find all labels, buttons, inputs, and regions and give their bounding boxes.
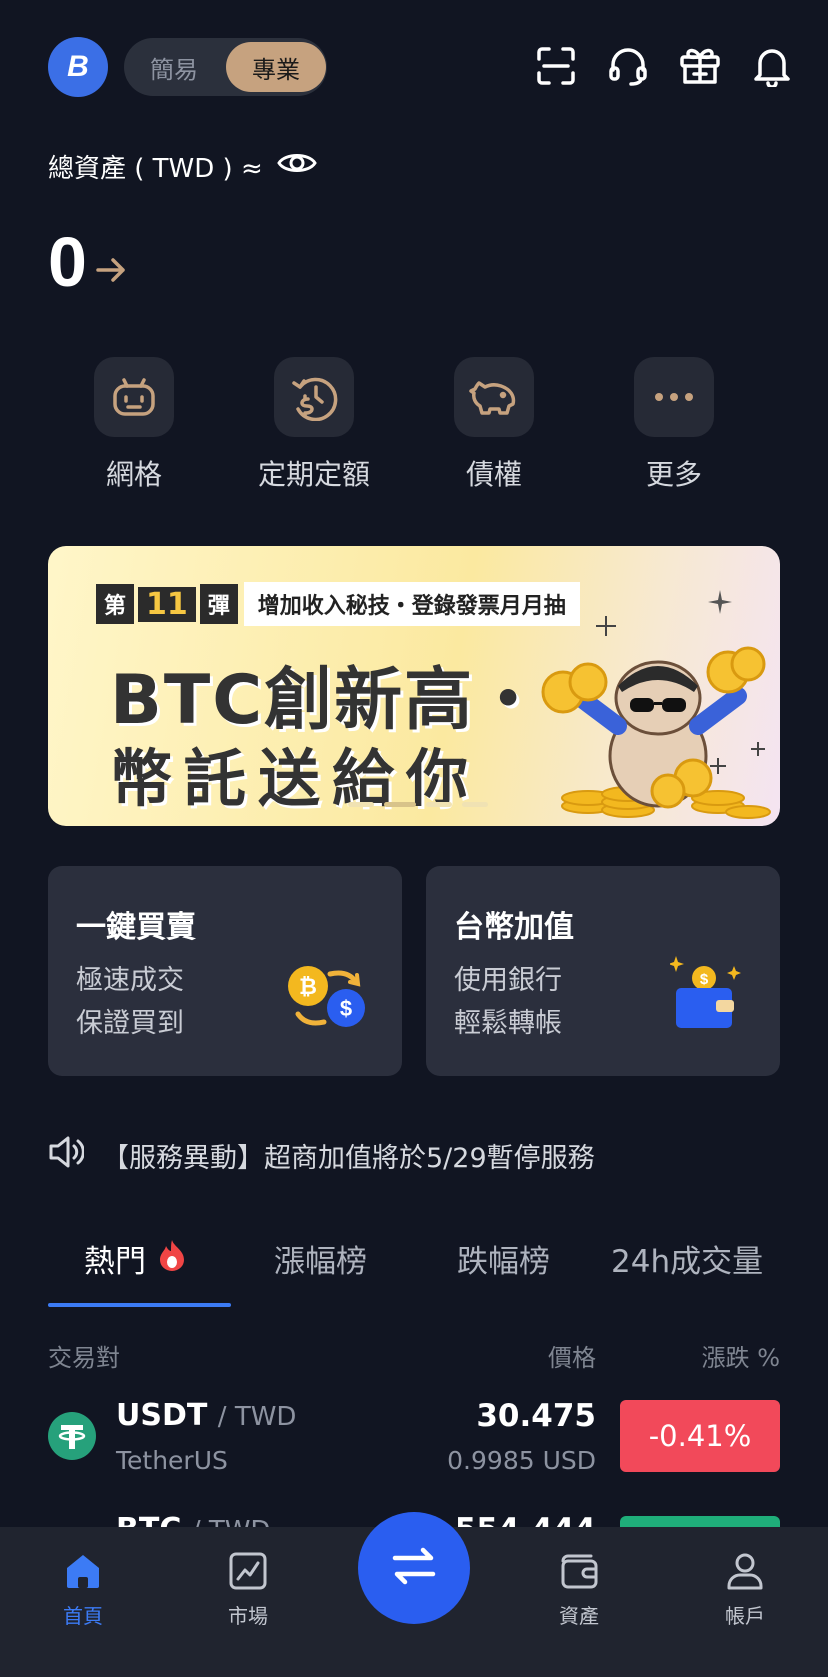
total-assets-label: 總資產 ( TWD ) ≈ xyxy=(48,148,317,185)
recurring-dollar-icon xyxy=(274,357,354,437)
card-title: 台幣加值 xyxy=(454,910,574,945)
user-icon xyxy=(685,1548,805,1594)
total-assets-value[interactable]: 0 xyxy=(48,222,127,302)
bell-icon[interactable] xyxy=(750,44,794,88)
swap-arrows-icon xyxy=(391,1546,437,1590)
robot-icon xyxy=(94,357,174,437)
price-value: 30.475 xyxy=(476,1398,596,1434)
quick-action-more[interactable]: 更多 xyxy=(604,357,744,493)
total-assets-text: 總資產 ( TWD ) ≈ xyxy=(48,154,263,184)
btc-usd-exchange-icon: ₿ $ xyxy=(288,966,365,1027)
arrow-right-icon[interactable] xyxy=(95,222,127,302)
price-usd: 0.9985 USD xyxy=(447,1446,596,1475)
tab-label: 熱門 xyxy=(84,1244,146,1280)
quick-action-grid[interactable]: 網格 xyxy=(64,357,204,493)
quick-trade-card[interactable]: 一鍵買賣 極速成交 保證買到 ₿ $ xyxy=(48,866,402,1076)
quick-action-label: 網格 xyxy=(105,458,162,491)
sparkle-icon xyxy=(708,590,732,614)
mascot-illustration xyxy=(541,616,771,819)
mode-pro[interactable]: 專業 xyxy=(226,42,326,92)
chart-icon xyxy=(188,1548,308,1594)
nav-label: 資產 xyxy=(559,1604,599,1628)
mode-toggle[interactable]: 簡易 專業 xyxy=(124,38,327,96)
tether-icon xyxy=(48,1412,96,1460)
home-icon xyxy=(23,1548,143,1594)
logo-text: B xyxy=(67,50,89,83)
assets-amount: 0 xyxy=(48,223,87,301)
twd-deposit-card[interactable]: 台幣加值 使用銀行 輕鬆轉帳 $ xyxy=(426,866,780,1076)
piggy-bank-icon xyxy=(454,357,534,437)
svg-text:$: $ xyxy=(700,971,709,988)
tab-gainers[interactable]: 漲幅榜 xyxy=(274,1236,367,1281)
card-title: 一鍵買賣 xyxy=(76,910,196,945)
headset-icon[interactable] xyxy=(606,44,650,88)
wallet-nav-icon xyxy=(519,1548,639,1594)
mode-simple[interactable]: 簡易 xyxy=(124,42,224,92)
active-tab-indicator xyxy=(48,1303,231,1307)
banner-tag-number: 11 xyxy=(138,586,196,622)
change-badge[interactable]: -0.41% xyxy=(620,1400,780,1472)
col-header-price: 價格 xyxy=(548,1344,596,1372)
tab-volume[interactable]: 24h成交量 xyxy=(611,1236,763,1281)
col-header-pair: 交易對 xyxy=(48,1344,120,1372)
quick-action-recurring[interactable]: 定期定額 xyxy=(244,357,384,493)
more-icon xyxy=(634,357,714,437)
promo-banner[interactable]: 第 11 彈 增加收入秘技・登錄發票月月抽 BTC創新高・ 幣託送給你 xyxy=(48,546,780,826)
svg-text:$: $ xyxy=(340,996,352,1021)
tab-hot[interactable]: 熱門 xyxy=(84,1236,186,1281)
nav-assets[interactable]: 資產 xyxy=(519,1548,639,1629)
quick-action-label: 定期定額 xyxy=(257,458,370,491)
svg-text:₿: ₿ xyxy=(299,974,317,999)
trade-swap-button[interactable] xyxy=(358,1512,470,1624)
notice-bar[interactable]: 【服務異動】超商加值將於5/29暫停服務 xyxy=(48,1134,595,1177)
pagination-dot[interactable] xyxy=(348,802,374,807)
pagination-dot[interactable] xyxy=(426,802,452,807)
gift-icon[interactable] xyxy=(678,44,722,88)
notice-text: 【服務異動】超商加值將於5/29暫停服務 xyxy=(102,1143,595,1174)
banner-tag-suffix: 彈 xyxy=(199,584,238,624)
nav-label: 首頁 xyxy=(63,1604,103,1628)
nav-label: 市場 xyxy=(228,1604,268,1628)
pair-symbol[interactable]: USDT / TWD xyxy=(116,1398,296,1433)
banner-pagination xyxy=(348,802,488,807)
tab-losers[interactable]: 跌幅榜 xyxy=(457,1236,550,1281)
base-symbol: USDT xyxy=(116,1398,208,1433)
wallet-icon: $ xyxy=(670,956,741,1028)
pagination-dot[interactable] xyxy=(462,802,488,807)
nav-label: 帳戶 xyxy=(725,1604,765,1628)
quote-symbol: / TWD xyxy=(217,1402,297,1432)
nav-market[interactable]: 市場 xyxy=(188,1548,308,1629)
pagination-dot-active[interactable] xyxy=(384,802,416,807)
speaker-icon xyxy=(48,1134,85,1177)
col-header-change: 漲跌 % xyxy=(701,1344,780,1372)
pair-name: TetherUS xyxy=(116,1446,228,1475)
nav-account[interactable]: 帳戶 xyxy=(685,1548,805,1629)
banner-tag: 第 11 彈 增加收入秘技・登錄發票月月抽 xyxy=(96,582,580,626)
eye-icon[interactable] xyxy=(276,149,317,184)
nav-home[interactable]: 首頁 xyxy=(23,1548,143,1629)
quick-action-label: 更多 xyxy=(645,458,702,491)
fire-icon xyxy=(158,1239,186,1279)
quick-action-bond[interactable]: 債權 xyxy=(424,357,564,493)
quick-action-label: 債權 xyxy=(465,458,522,491)
banner-tag-prefix: 第 xyxy=(96,584,135,624)
app-logo: B xyxy=(48,37,108,97)
scan-icon[interactable] xyxy=(534,44,578,88)
